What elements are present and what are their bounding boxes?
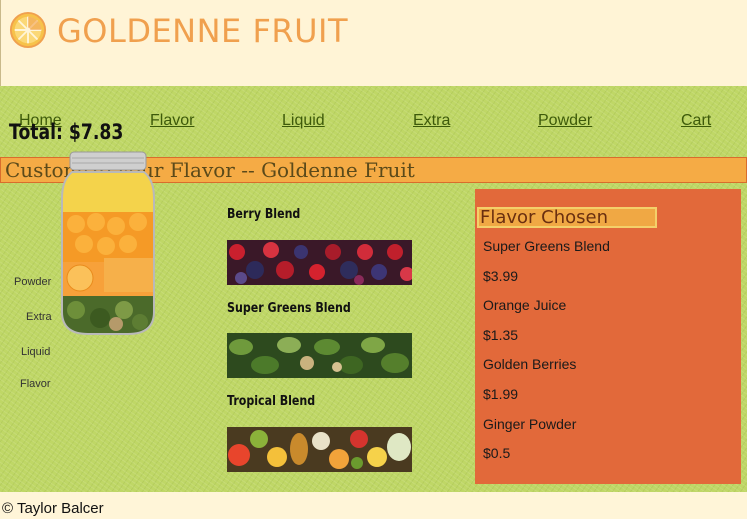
- blend-name-super-greens: Super Greens Blend: [227, 301, 351, 316]
- jar-label-powder: Powder: [14, 276, 52, 288]
- chosen-extra-name: Golden Berries: [483, 356, 577, 372]
- nav-powder-link[interactable]: Powder: [538, 112, 592, 130]
- super-greens-blend-image[interactable]: [227, 333, 412, 378]
- tropical-blend-image[interactable]: [227, 427, 412, 472]
- blend-name-berry: Berry Blend: [227, 207, 301, 222]
- mason-jar-illustration: [61, 151, 155, 335]
- brand-name: GOLDENNE FRUIT: [57, 12, 348, 50]
- nav-liquid-link[interactable]: Liquid: [282, 112, 325, 130]
- flavor-chosen-panel: Flavor Chosen Super Greens Blend $3.99 O…: [475, 189, 741, 484]
- footer-copyright: © Taylor Balcer: [2, 500, 104, 517]
- nav-extra-link[interactable]: Extra: [413, 112, 450, 130]
- chosen-flavor-name: Super Greens Blend: [483, 238, 610, 254]
- blend-name-tropical: Tropical Blend: [227, 394, 316, 409]
- chosen-powder-price: $0.5: [483, 445, 511, 461]
- chosen-flavor-price: $3.99: [483, 268, 519, 284]
- order-total: Total: $7.83: [9, 120, 124, 144]
- chosen-liquid-price: $1.35: [483, 327, 519, 343]
- nav-cart-link[interactable]: Cart: [681, 112, 711, 130]
- chosen-powder-name: Ginger Powder: [483, 416, 577, 432]
- jar-label-extra: Extra: [26, 311, 52, 323]
- jar-label-liquid: Liquid: [21, 346, 51, 358]
- chosen-liquid-name: Orange Juice: [483, 297, 567, 313]
- site-header: GOLDENNE FRUIT: [0, 0, 747, 86]
- nav-flavor-link[interactable]: Flavor: [150, 112, 194, 130]
- orange-slice-icon: [9, 11, 47, 49]
- jar-label-flavor: Flavor: [20, 378, 51, 390]
- chosen-extra-price: $1.99: [483, 386, 519, 402]
- panel-title: Flavor Chosen: [477, 207, 657, 228]
- main-content: Home Flavor Liquid Extra Powder Cart Cus…: [0, 86, 747, 492]
- berry-blend-image[interactable]: [227, 240, 412, 285]
